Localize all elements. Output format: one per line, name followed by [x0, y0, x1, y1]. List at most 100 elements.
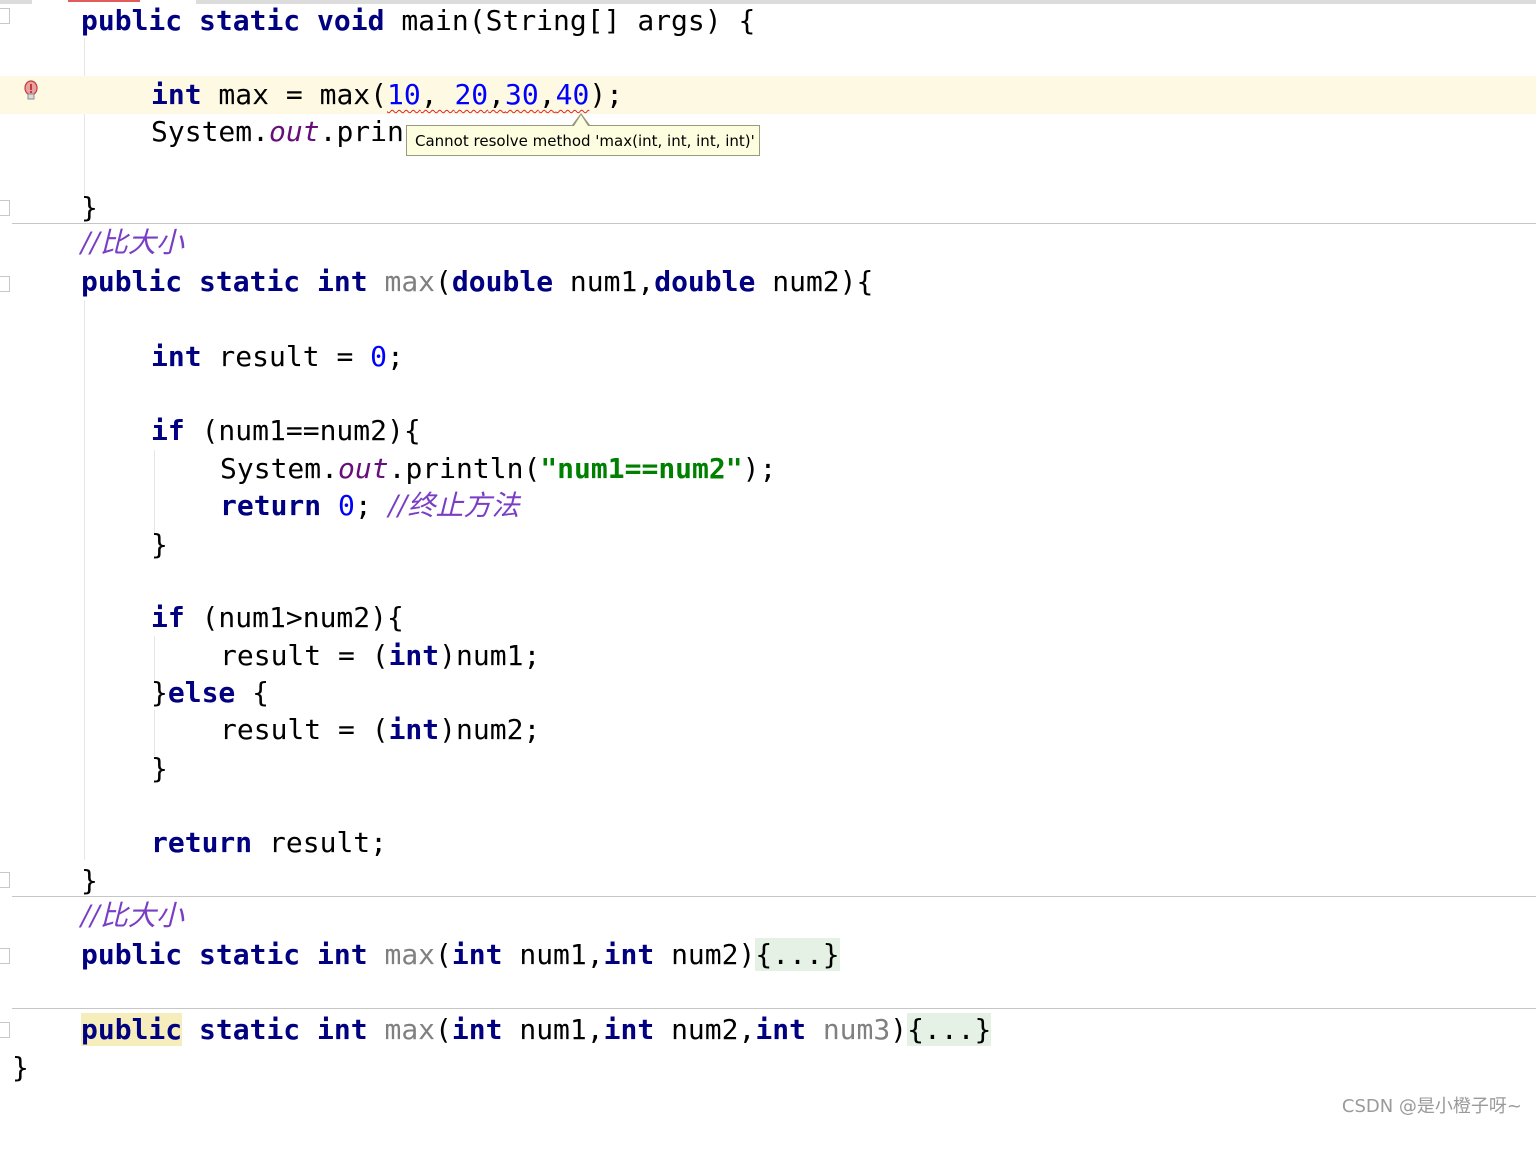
- token-keyword: int: [603, 938, 655, 971]
- token-keyword: static: [199, 4, 301, 37]
- code-line-11[interactable]: }: [0, 526, 1536, 564]
- token-number: 10: [387, 78, 421, 111]
- token-text: }: [151, 528, 168, 561]
- token-keyword: public: [81, 938, 183, 971]
- token-number: 0: [370, 340, 388, 373]
- error-underline: 10, 20,30,40: [387, 78, 589, 111]
- token-param-unused: num3: [822, 1013, 891, 1046]
- token-number: 40: [555, 78, 590, 111]
- code-line-22[interactable]: }: [0, 1049, 1536, 1087]
- token-text: num1,: [553, 265, 655, 298]
- code-line-20[interactable]: public static int max(int num1,int num2)…: [0, 936, 1536, 974]
- token-text: num1,: [502, 1013, 604, 1046]
- token-text: (: [435, 1013, 452, 1046]
- token-text: );: [589, 78, 624, 111]
- token-text: (num1>num2){: [184, 601, 404, 634]
- token-text: }: [81, 864, 98, 897]
- token-keyword: if: [151, 601, 185, 634]
- token-text: )num2;: [439, 713, 541, 746]
- tooltip-pointer-fill: [574, 115, 588, 126]
- token-text: );: [742, 452, 777, 485]
- code-line-2-current[interactable]: int max = max(10, 20,30,40);: [0, 76, 1536, 114]
- token-text: max = max(: [201, 78, 388, 111]
- code-line-5[interactable]: //比大小: [0, 224, 1536, 262]
- token-text: }: [12, 1051, 29, 1084]
- token-text: {: [235, 676, 270, 709]
- token-text: ;: [354, 489, 389, 522]
- token-keyword: int: [317, 265, 368, 298]
- token-comment: //比大小: [81, 899, 184, 932]
- token-keyword: int: [151, 340, 202, 373]
- code-line-14[interactable]: }else {: [0, 674, 1536, 712]
- code-line-6[interactable]: public static int max(double num1,double…: [0, 263, 1536, 301]
- code-line-1[interactable]: public static void main(String[] args) {: [0, 2, 1536, 40]
- token-keyword: return: [220, 489, 322, 522]
- token-text: num2,: [654, 1013, 756, 1046]
- token-text: (: [435, 265, 452, 298]
- token-text: ,: [538, 78, 556, 111]
- token-text: }: [81, 191, 98, 224]
- token-keyword: if: [151, 414, 185, 447]
- token-keyword: int: [451, 1013, 503, 1046]
- code-line-8[interactable]: if (num1==num2){: [0, 412, 1536, 450]
- token-text: .prin: [319, 115, 404, 148]
- token-text: System.: [220, 452, 339, 485]
- token-keyword: static: [199, 1013, 301, 1046]
- token-text: }: [151, 676, 168, 709]
- token-text: (num1==num2){: [184, 414, 421, 447]
- code-line-15[interactable]: result = (int)num2;: [0, 711, 1536, 749]
- token-text: result = (: [220, 639, 389, 672]
- code-line-12[interactable]: if (num1>num2){: [0, 599, 1536, 637]
- token-keyword: return: [151, 826, 253, 859]
- token-keyword: int: [151, 78, 202, 111]
- lightbulb-error-icon[interactable]: [22, 80, 40, 104]
- token-keyword: int: [451, 938, 503, 971]
- code-line-4[interactable]: }: [0, 189, 1536, 227]
- token-text: }: [151, 752, 168, 785]
- token-keyword: else: [167, 676, 236, 709]
- token-text: ,: [488, 78, 506, 111]
- token-keyword: static: [199, 938, 301, 971]
- token-text: num1,: [502, 938, 604, 971]
- token-keyword-highlighted: public: [81, 1013, 183, 1046]
- code-line-17[interactable]: return result;: [0, 824, 1536, 862]
- code-line-18[interactable]: }: [0, 862, 1536, 900]
- token-number: 0: [338, 489, 355, 522]
- token-method-unused: max: [384, 938, 436, 971]
- token-method-unused: max: [384, 265, 436, 298]
- token-number: 20: [454, 78, 489, 111]
- token-comment: //终止方法: [388, 489, 520, 522]
- token-text: num2): [654, 938, 756, 971]
- token-text: )num1;: [439, 639, 541, 672]
- token-text: ;: [387, 340, 404, 373]
- code-line-10[interactable]: return 0; //终止方法: [0, 487, 1536, 525]
- code-line-9[interactable]: System.out.println("num1==num2");: [0, 450, 1536, 488]
- code-line-13[interactable]: result = (int)num1;: [0, 637, 1536, 675]
- code-line-16[interactable]: }: [0, 750, 1536, 788]
- token-keyword: int: [317, 1013, 368, 1046]
- token-text: main(String[] args) {: [384, 4, 756, 37]
- token-comment: //比大小: [81, 226, 184, 259]
- token-keyword: void: [317, 4, 385, 37]
- watermark: CSDN @是小橙子呀~: [1341, 1096, 1522, 1117]
- token-method-unused: max: [384, 1013, 436, 1046]
- token-text: ,: [420, 78, 455, 111]
- code-editor[interactable]: public static void main(String[] args) {…: [0, 0, 1536, 1126]
- code-line-7[interactable]: int result = 0;: [0, 338, 1536, 376]
- token-keyword: int: [755, 1013, 806, 1046]
- token-string: "num1==num2": [540, 452, 743, 485]
- token-text: .println(: [388, 452, 541, 485]
- folded-code-block[interactable]: {...}: [755, 938, 840, 971]
- token-field: out: [269, 115, 320, 148]
- code-line-21[interactable]: public static int max(int num1,int num2,…: [0, 1011, 1536, 1049]
- token-keyword: double: [654, 265, 756, 298]
- error-tooltip: Cannot resolve method 'max(int, int, int…: [406, 125, 760, 156]
- token-text: result =: [201, 340, 371, 373]
- folded-code-block[interactable]: {...}: [907, 1013, 992, 1046]
- token-keyword: int: [388, 639, 440, 672]
- code-line-19[interactable]: //比大小: [0, 897, 1536, 935]
- token-number: 30: [505, 78, 539, 111]
- token-text: num2){: [755, 265, 874, 298]
- code-line-3[interactable]: System.out.prin: [0, 113, 1536, 151]
- token-keyword: static: [199, 265, 301, 298]
